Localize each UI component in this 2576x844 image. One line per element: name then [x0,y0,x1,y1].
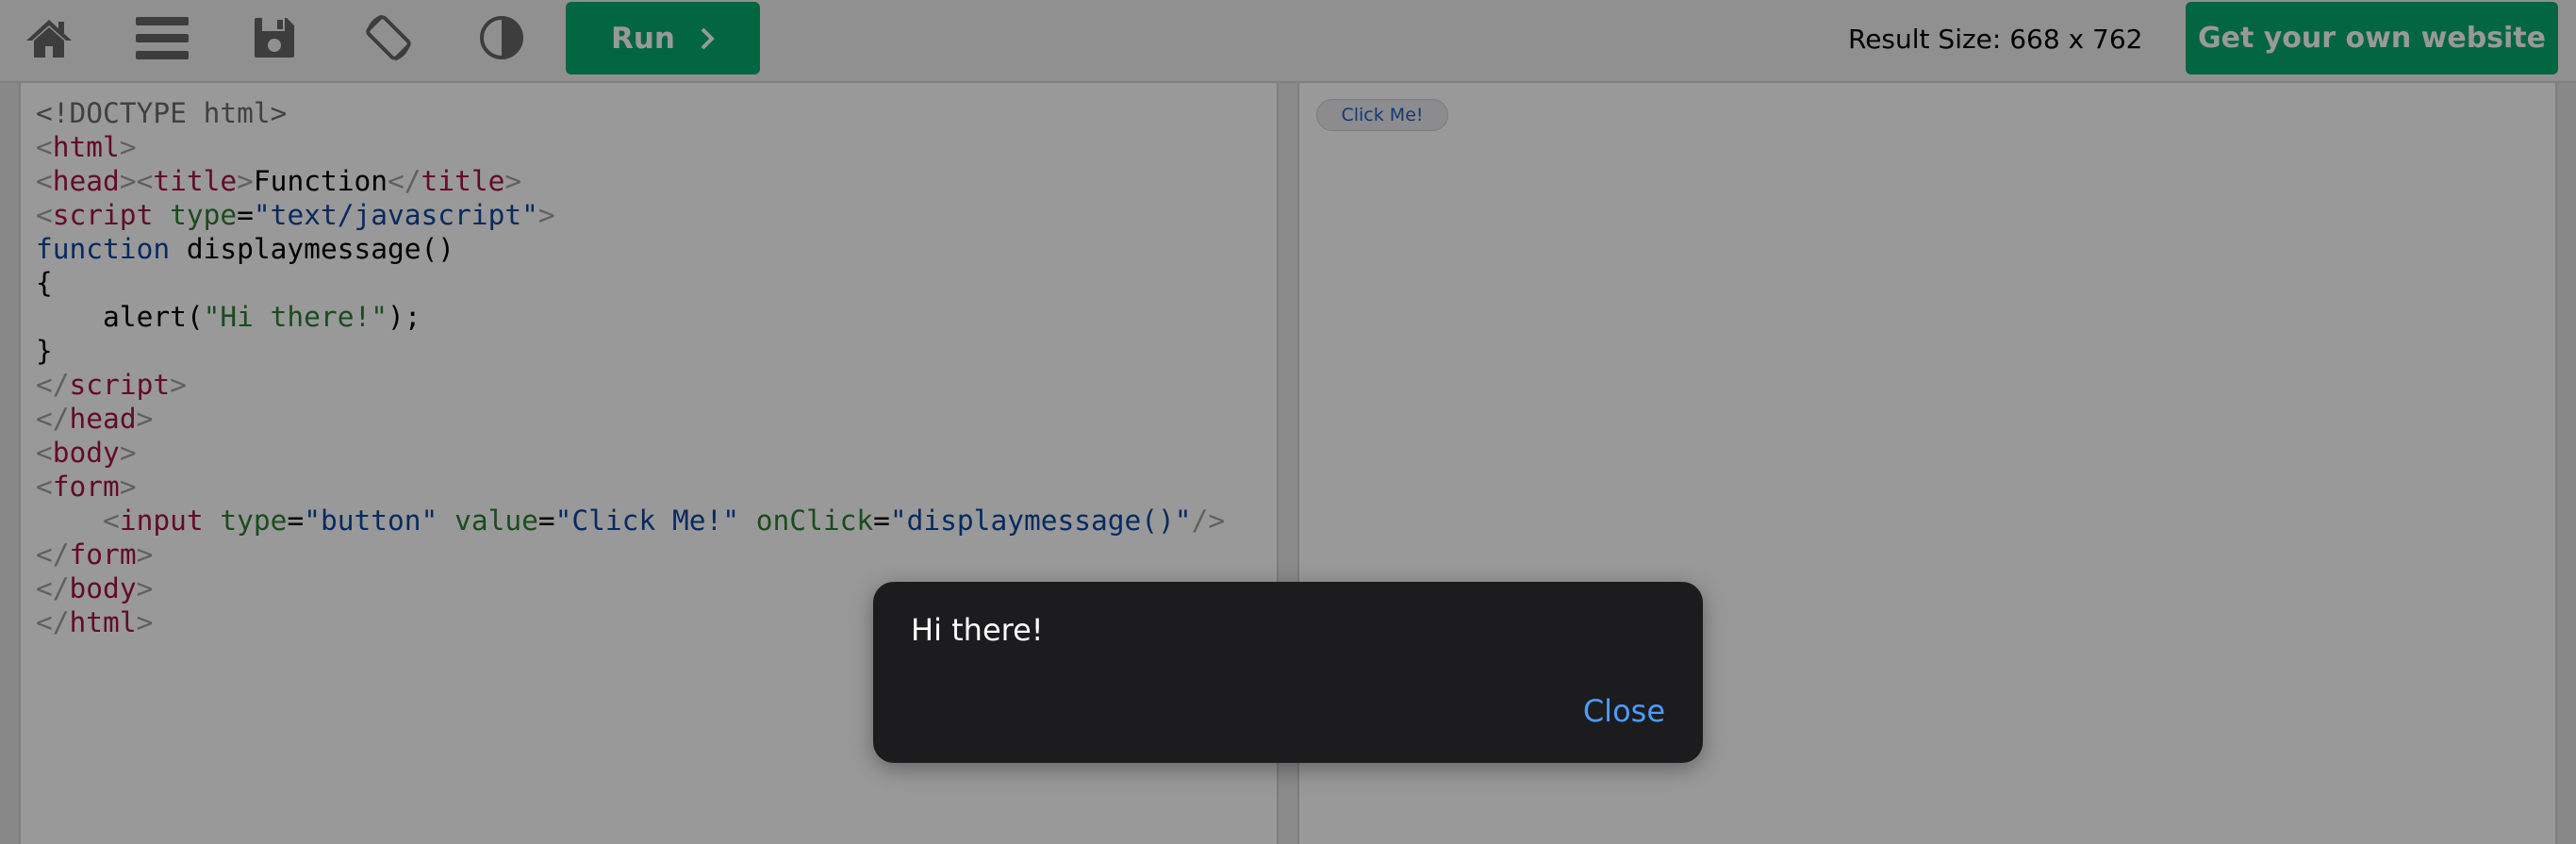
alert-message: Hi there! [911,612,1044,648]
alert-dialog: Hi there! Close [873,582,1703,763]
alert-close-button[interactable]: Close [1583,693,1665,729]
